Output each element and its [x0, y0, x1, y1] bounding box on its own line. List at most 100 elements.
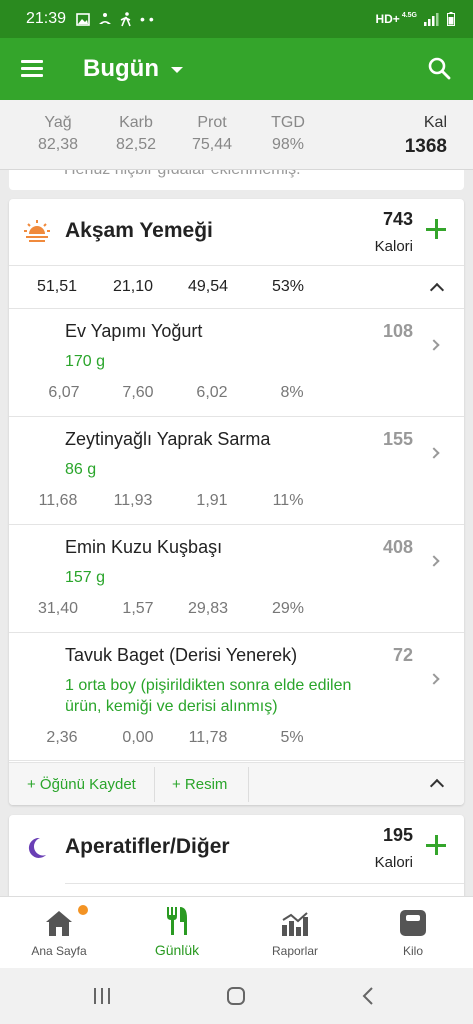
summary-fat: Yağ 82,38: [37, 114, 79, 153]
nav-label: Günlük: [154, 942, 200, 958]
summary-carb: Karb 82,52: [115, 114, 157, 153]
meal-title: Aperatifler/Diğer: [65, 835, 230, 858]
collapse-chevron-icon[interactable]: [429, 282, 445, 298]
home-icon: [46, 911, 72, 936]
food-tgd: 5%: [280, 729, 304, 746]
divider: [65, 883, 464, 884]
summary-protein: Prot 75,44: [191, 114, 233, 153]
recent-apps-icon[interactable]: [93, 987, 111, 1005]
food-tgd: 29%: [271, 600, 305, 617]
nav-reports[interactable]: Raporlar: [236, 897, 354, 969]
summary-tgd: TGD 98%: [271, 114, 305, 153]
empty-meal-text: Henüz hiçbir gıdalar eklenmemiş.: [64, 170, 301, 179]
macro-tgd: 53%: [271, 278, 305, 295]
chevron-right-icon: [428, 673, 440, 685]
add-food-button[interactable]: [426, 219, 446, 239]
food-protein: 6,02: [196, 384, 228, 401]
food-protein: 29,83: [187, 600, 229, 617]
system-navigation-bar: [0, 968, 473, 1024]
back-icon[interactable]: [362, 987, 374, 1005]
app-bar: Bugün: [0, 38, 473, 100]
food-carb: 11,93: [113, 492, 153, 509]
nav-label: Raporlar: [271, 944, 319, 958]
meal-actions: + Öğünü Kaydet + Resim: [9, 762, 464, 805]
meal-card-dinner: Akşam Yemeği 743 Kalori 51,51 21,10 49,5…: [9, 199, 464, 805]
food-name: Zeytinyağlı Yaprak Sarma: [65, 429, 271, 449]
page-title: Bugün: [83, 55, 159, 82]
food-calories: 408: [382, 537, 413, 557]
food-protein: 1,91: [196, 492, 228, 509]
food-item[interactable]: Zeytinyağlı Yaprak Sarma 155 86 g 11,68 …: [9, 417, 464, 525]
summary-calories: Kal 1368: [404, 114, 447, 157]
food-name: Emin Kuzu Kuşbaşı: [65, 537, 223, 557]
chart-icon: [282, 912, 308, 936]
save-meal-button[interactable]: + Öğünü Kaydet: [27, 763, 136, 805]
meal-macros: 51,51 21,10 49,54 53%: [9, 265, 464, 309]
more-icon: • •: [140, 11, 154, 27]
food-quantity: 86 g: [65, 461, 97, 478]
menu-icon[interactable]: [21, 60, 45, 78]
collapse-actions-chevron-icon[interactable]: [429, 778, 445, 794]
bottom-navigation: Ana Sayfa Günlük Raporlar Kilo: [0, 896, 473, 968]
divider: [154, 767, 155, 802]
search-icon[interactable]: [427, 56, 453, 82]
food-calories: 72: [392, 645, 413, 665]
food-name: Tavuk Baget (Derisi Yenerek): [65, 645, 298, 665]
nav-label: Kilo: [402, 944, 423, 958]
macro-carb: 21,10: [112, 278, 154, 295]
add-photo-button[interactable]: + Resim: [172, 763, 227, 805]
food-tgd: 8%: [280, 384, 304, 401]
food-fat: 2,36: [46, 729, 78, 746]
food-calories: 155: [382, 429, 413, 449]
meal-calories: 743 Kalori: [374, 209, 413, 255]
battery-icon: [447, 12, 455, 26]
food-quantity: 170 g: [65, 353, 106, 370]
meal-header[interactable]: Akşam Yemeği 743 Kalori: [9, 199, 464, 265]
meal-calories: 195 Kalori: [374, 825, 413, 871]
caret-down-icon: [170, 67, 183, 73]
nav-diary[interactable]: Günlük: [118, 897, 236, 969]
signal-icon: [424, 12, 439, 26]
status-time: 21:39: [26, 10, 67, 27]
meal-title: Akşam Yemeği: [65, 219, 213, 242]
food-item[interactable]: Tavuk Baget (Derisi Yenerek) 72 1 orta b…: [9, 633, 464, 761]
meal-card-snacks[interactable]: Aperatifler/Diğer 195 Kalori: [9, 815, 464, 905]
fork-knife-icon: [167, 907, 187, 935]
image-icon: [76, 12, 90, 26]
macro-fat: 51,51: [36, 278, 78, 295]
food-calories: 108: [382, 321, 413, 341]
food-fat: 6,07: [48, 384, 80, 401]
food-name: Ev Yapımı Yoğurt: [65, 321, 203, 341]
date-selector[interactable]: Bugün: [83, 55, 183, 83]
nav-home[interactable]: Ana Sayfa: [0, 897, 118, 969]
network-sub: 4.5G: [401, 11, 417, 19]
food-protein: 11,78: [188, 729, 228, 746]
add-food-button[interactable]: [426, 835, 446, 855]
scale-icon: [400, 910, 426, 936]
food-fat: 11,68: [38, 492, 78, 509]
macro-protein: 49,54: [187, 278, 229, 295]
walking-icon: [120, 11, 131, 26]
food-carb: 1,57: [122, 600, 154, 617]
home-button-icon[interactable]: [226, 986, 246, 1006]
yoga-icon: [99, 13, 112, 24]
food-carb: 7,60: [122, 384, 154, 401]
nav-weight[interactable]: Kilo: [354, 897, 472, 969]
chevron-right-icon: [428, 339, 440, 351]
moon-icon: [28, 837, 46, 858]
divider: [248, 767, 249, 802]
food-quantity: 1 orta boy (pişirildikten sonra elde edi…: [65, 677, 352, 715]
food-quantity: 157 g: [65, 569, 106, 586]
status-bar: 21:39 • • HD+ 4.5G: [0, 0, 473, 38]
chevron-right-icon: [428, 447, 440, 459]
food-carb: 0,00: [122, 729, 154, 746]
food-item[interactable]: Ev Yapımı Yoğurt 108 170 g 6,07 7,60 6,0…: [9, 309, 464, 417]
previous-meal-card: Henüz hiçbir gıdalar eklenmemiş.: [9, 170, 464, 190]
chevron-right-icon: [428, 555, 440, 567]
network-type: HD+: [375, 12, 400, 26]
food-fat: 31,40: [37, 600, 79, 617]
nav-label: Ana Sayfa: [31, 944, 87, 958]
notification-dot-icon: [78, 905, 88, 915]
sunset-icon: [24, 220, 50, 242]
food-item[interactable]: Emin Kuzu Kuşbaşı 408 157 g 31,40 1,57 2…: [9, 525, 464, 633]
